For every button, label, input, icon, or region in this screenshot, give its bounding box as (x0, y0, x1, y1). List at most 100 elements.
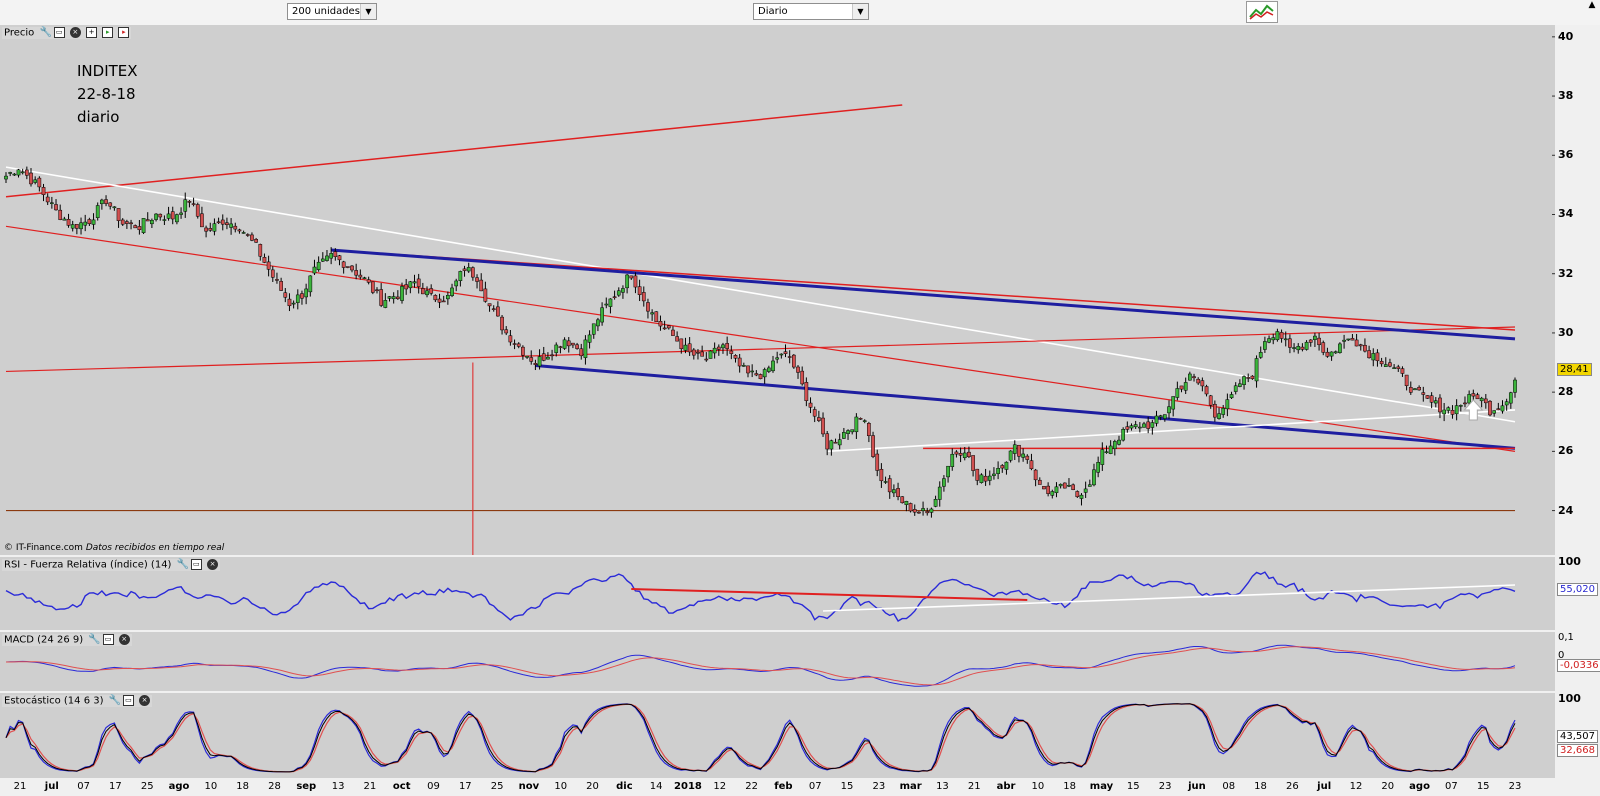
candle-body (1083, 488, 1088, 493)
candle-body (29, 172, 33, 185)
candle-body (1488, 400, 1492, 416)
candle-body (1496, 408, 1501, 411)
candle-body (496, 306, 500, 317)
x-tick-label: 07 (808, 781, 822, 792)
price-tick: 40 (1558, 29, 1574, 43)
candle-body (362, 277, 367, 279)
candle-body (491, 308, 496, 310)
x-tick-label: ago (168, 781, 190, 792)
macd-line (5, 644, 1516, 687)
candle-body (1308, 339, 1313, 343)
candle-body (150, 219, 154, 225)
candle-body (1500, 405, 1505, 412)
candle-body (183, 199, 188, 212)
channel-upper-line (331, 248, 1516, 341)
rsi-last-badge: 55,020 (1557, 583, 1598, 596)
note-line: INDITEX (77, 62, 138, 80)
candle-body (300, 293, 304, 299)
candle-body (687, 343, 692, 353)
x-tick-label: may (1089, 781, 1114, 792)
rsi-line (5, 571, 1516, 622)
candle-body (83, 221, 88, 226)
candle-body (216, 221, 221, 224)
price-tick: 36 (1558, 148, 1574, 162)
stochastic-k-badge: 43,507 (1557, 730, 1598, 743)
candle-body (133, 225, 138, 229)
candle-body (591, 323, 596, 335)
candle-body (1175, 388, 1180, 398)
candle-body (712, 347, 717, 354)
candle-body (646, 302, 650, 312)
scrollbar-arrow[interactable]: ▲ (1584, 0, 1600, 25)
candle-body (937, 486, 942, 500)
candle-body (412, 281, 417, 284)
candle-body (554, 344, 559, 353)
candle-body (641, 292, 646, 302)
candle-body (762, 369, 767, 378)
candle-body (1087, 484, 1092, 487)
candle-body (295, 294, 300, 303)
resistance-line (5, 104, 903, 198)
candle-body (987, 475, 992, 481)
candle-body (871, 435, 875, 457)
candle-body (104, 199, 108, 204)
candle-body (754, 373, 759, 376)
candle-body (129, 222, 133, 225)
candle-body (679, 338, 684, 349)
candle-body (375, 289, 379, 292)
x-tick-label: 18 (236, 781, 250, 792)
candle-body (1000, 465, 1005, 469)
candle-body (571, 342, 575, 346)
candle-body (1433, 400, 1438, 404)
candle-body (750, 370, 755, 373)
candle-body (95, 205, 100, 218)
data-credit: © IT-Finance.com Datos recibidos en tiem… (4, 543, 224, 553)
candle-body (671, 329, 675, 336)
candle-body (521, 346, 525, 356)
candle-body (179, 212, 183, 215)
candle-body (391, 296, 396, 300)
candle-body (33, 179, 38, 183)
candle-body (450, 287, 454, 296)
candle-body (1004, 461, 1009, 470)
candle-body (737, 357, 742, 367)
price-tick: 30 (1558, 325, 1574, 339)
candle-body (583, 339, 588, 358)
candle-body (262, 257, 267, 263)
candle-body (421, 288, 425, 295)
candle-body (462, 268, 467, 271)
candle-body (283, 292, 288, 298)
candle-body (1133, 424, 1138, 428)
candle-body (387, 296, 392, 299)
candle-body (1129, 425, 1134, 429)
candle-body (500, 316, 504, 331)
candle-body (1313, 335, 1317, 340)
x-tick-label: 10 (554, 781, 568, 792)
candle-body (100, 199, 104, 205)
candle-body (1371, 353, 1376, 361)
candle-body (158, 213, 163, 218)
candle-body (1167, 406, 1171, 414)
x-tick-label: nov (518, 781, 540, 792)
candle-body (683, 344, 688, 351)
candle-body (1025, 455, 1030, 460)
candle-body (662, 327, 667, 330)
x-tick-label: 23 (1158, 781, 1172, 792)
note-line: 22-8-18 (77, 85, 136, 103)
x-tick-label: dic (616, 781, 633, 792)
candle-body (546, 356, 550, 360)
candle-body (1267, 338, 1271, 343)
candle-body (229, 223, 233, 228)
candle-body (808, 402, 813, 408)
candle-body (846, 430, 850, 434)
x-tick-label: 17 (109, 781, 122, 792)
candle-body (425, 290, 429, 296)
candle-body (971, 455, 975, 471)
candle-body (967, 451, 971, 458)
candle-body (45, 196, 50, 203)
candle-body (716, 346, 721, 350)
candle-body (50, 202, 54, 204)
candle-body (54, 204, 58, 211)
candle-body (508, 335, 513, 343)
up-arrow-icon (1463, 399, 1484, 421)
